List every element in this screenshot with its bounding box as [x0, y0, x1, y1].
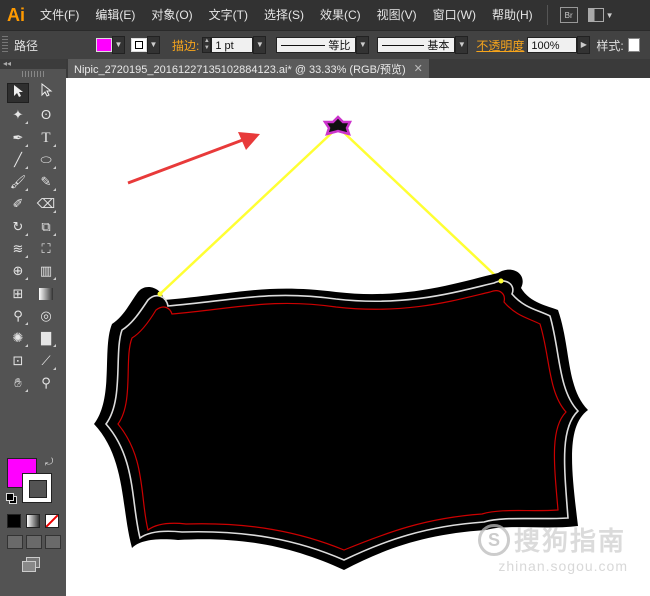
document-tab-bar: Nipic_2720195_20161227135102884123.ai* @…: [66, 59, 650, 78]
pen-tool-icon[interactable]: ✒: [7, 128, 29, 148]
menu-divider: [546, 5, 548, 25]
gradient-mode-button[interactable]: [26, 514, 40, 528]
menu-help[interactable]: 帮助(H): [484, 0, 541, 30]
menu-file[interactable]: 文件(F): [32, 0, 87, 30]
document-tab-title: Nipic_2720195_20161227135102884123.ai* @…: [74, 63, 406, 76]
stroke-label[interactable]: 描边:: [172, 37, 199, 54]
menu-window[interactable]: 窗口(W): [425, 0, 484, 30]
ellipse-tool-icon[interactable]: ⬭: [35, 150, 57, 170]
stroke-weight-spinner[interactable]: ▲ ▼: [202, 37, 212, 53]
shape-builder-tool-icon[interactable]: ⊕: [7, 261, 29, 281]
fill-color-swatch[interactable]: [96, 38, 113, 52]
blend-tool-icon[interactable]: ◎: [35, 306, 57, 326]
document-tab[interactable]: Nipic_2720195_20161227135102884123.ai* @…: [68, 59, 429, 78]
attach-point-right[interactable]: [498, 278, 504, 284]
draw-behind-icon[interactable]: [26, 535, 42, 549]
mesh-tool-icon[interactable]: ⊞: [7, 284, 29, 304]
rotate-tool-icon[interactable]: ↻: [7, 217, 29, 237]
symbol-sprayer-tool-icon[interactable]: ✺: [7, 328, 29, 348]
profile-label: 等比: [328, 40, 351, 52]
tools-panel-grip[interactable]: [22, 71, 44, 77]
opacity-dropdown[interactable]: ▶: [577, 36, 591, 54]
menu-effect[interactable]: 效果(C): [312, 0, 369, 30]
direct-selection-tool-icon[interactable]: [35, 82, 57, 103]
draw-inside-icon[interactable]: [45, 535, 61, 549]
attach-point-left[interactable]: [157, 291, 163, 297]
menu-object[interactable]: 对象(O): [143, 0, 200, 30]
artwork: [94, 115, 588, 570]
blob-brush-tool-icon[interactable]: ✐: [7, 194, 29, 214]
menu-edit[interactable]: 编辑(E): [87, 0, 143, 30]
selection-tool-icon[interactable]: [7, 83, 29, 103]
workspace-layout-icon[interactable]: ▼: [587, 8, 614, 22]
bridge-icon[interactable]: Br: [559, 7, 578, 23]
artboard-canvas[interactable]: S 搜狗指南 zhinan.sogou.com: [66, 78, 650, 596]
graphic-style-swatch[interactable]: [627, 38, 640, 52]
artboard-tool-icon[interactable]: ⊡: [7, 351, 29, 371]
hanging-string-right[interactable]: [338, 127, 502, 282]
magic-wand-tool-icon[interactable]: ✦: [7, 105, 29, 125]
paintbrush-tool-icon[interactable]: 🖌︎: [7, 172, 29, 192]
control-bar: 路径 ▼ ▼ 描边: ▲ ▼ 1 pt ▼ 等比 ▼ 基本 ▼ 不透明度 100%…: [0, 30, 650, 60]
lasso-tool-icon[interactable]: ʘ: [35, 105, 57, 125]
stroke-weight-field[interactable]: 1 pt: [211, 37, 254, 53]
stroke-color-box[interactable]: [22, 473, 52, 503]
brush-definition[interactable]: 基本: [377, 37, 456, 53]
none-mode-button[interactable]: [45, 514, 59, 528]
menu-bar: Ai 文件(F) 编辑(E) 对象(O) 文字(T) 选择(S) 效果(C) 视…: [0, 0, 650, 30]
free-transform-tool-icon[interactable]: ⛶: [35, 239, 57, 259]
app-logo: Ai: [7, 4, 25, 25]
selection-type-label: 路径: [14, 38, 39, 53]
slice-tool-icon[interactable]: ⟋: [35, 351, 57, 371]
menu-select[interactable]: 选择(S): [256, 0, 312, 30]
warp-tool-icon[interactable]: ≋: [7, 239, 29, 259]
control-grip[interactable]: [2, 36, 8, 54]
color-mode-button[interactable]: [7, 514, 21, 528]
stroke-weight-dropdown[interactable]: ▼: [253, 36, 267, 54]
menu-view[interactable]: 视图(V): [369, 0, 425, 30]
eyedropper-tool-icon[interactable]: ⚲: [7, 306, 29, 326]
tools-panel: ◂◂ ✦ ʘ ✒ T ╱ ⬭ 🖌︎ ✎ ✐ ⌫ ↻ ⧉ ≋ ⛶ ⊕ ▥ ⊞ ⚲ …: [0, 59, 66, 596]
watermark-url: zhinan.sogou.com: [498, 558, 628, 574]
zoom-tool-icon[interactable]: ⚲: [35, 373, 57, 393]
fill-dropdown-arrow[interactable]: ▼: [112, 36, 126, 54]
default-fill-stroke-icon[interactable]: [6, 493, 17, 504]
stroke-color-swatch[interactable]: [131, 38, 148, 52]
brush-dropdown[interactable]: ▼: [455, 36, 469, 54]
watermark: S 搜狗指南: [477, 521, 626, 558]
perspective-grid-tool-icon[interactable]: ▥: [35, 261, 57, 281]
close-icon[interactable]: ✕: [414, 62, 423, 75]
brush-label: 基本: [427, 40, 450, 52]
tools-panel-collapse[interactable]: ◂◂: [0, 59, 66, 69]
swap-fill-stroke-icon[interactable]: ⤾: [45, 457, 53, 468]
menu-type[interactable]: 文字(T): [201, 0, 256, 30]
hand-tool-icon[interactable]: ✋︎: [7, 373, 29, 393]
type-tool-icon[interactable]: T: [35, 128, 57, 148]
style-label: 样式:: [596, 38, 624, 53]
gradient-tool-icon[interactable]: [35, 284, 57, 304]
column-graph-tool-icon[interactable]: ▇: [35, 328, 57, 348]
line-segment-tool-icon[interactable]: ╱: [7, 150, 29, 170]
watermark-text: 搜狗指南: [513, 526, 626, 556]
pencil-tool-icon[interactable]: ✎: [35, 172, 57, 192]
annotation-arrow: [127, 132, 260, 185]
eraser-tool-icon[interactable]: ⌫: [35, 194, 57, 214]
draw-normal-icon[interactable]: [7, 535, 23, 549]
variable-width-profile[interactable]: 等比: [276, 37, 357, 53]
hook-star[interactable]: [322, 115, 353, 136]
opacity-field[interactable]: 100%: [527, 37, 578, 53]
scale-tool-icon[interactable]: ⧉: [35, 217, 57, 237]
sogou-logo-icon: S: [477, 523, 510, 556]
profile-dropdown[interactable]: ▼: [356, 36, 370, 54]
opacity-link[interactable]: 不透明度: [476, 37, 524, 54]
screen-mode-icon[interactable]: [22, 557, 40, 572]
stroke-dropdown-arrow[interactable]: ▼: [147, 36, 161, 54]
hanging-string-left[interactable]: [159, 127, 338, 295]
